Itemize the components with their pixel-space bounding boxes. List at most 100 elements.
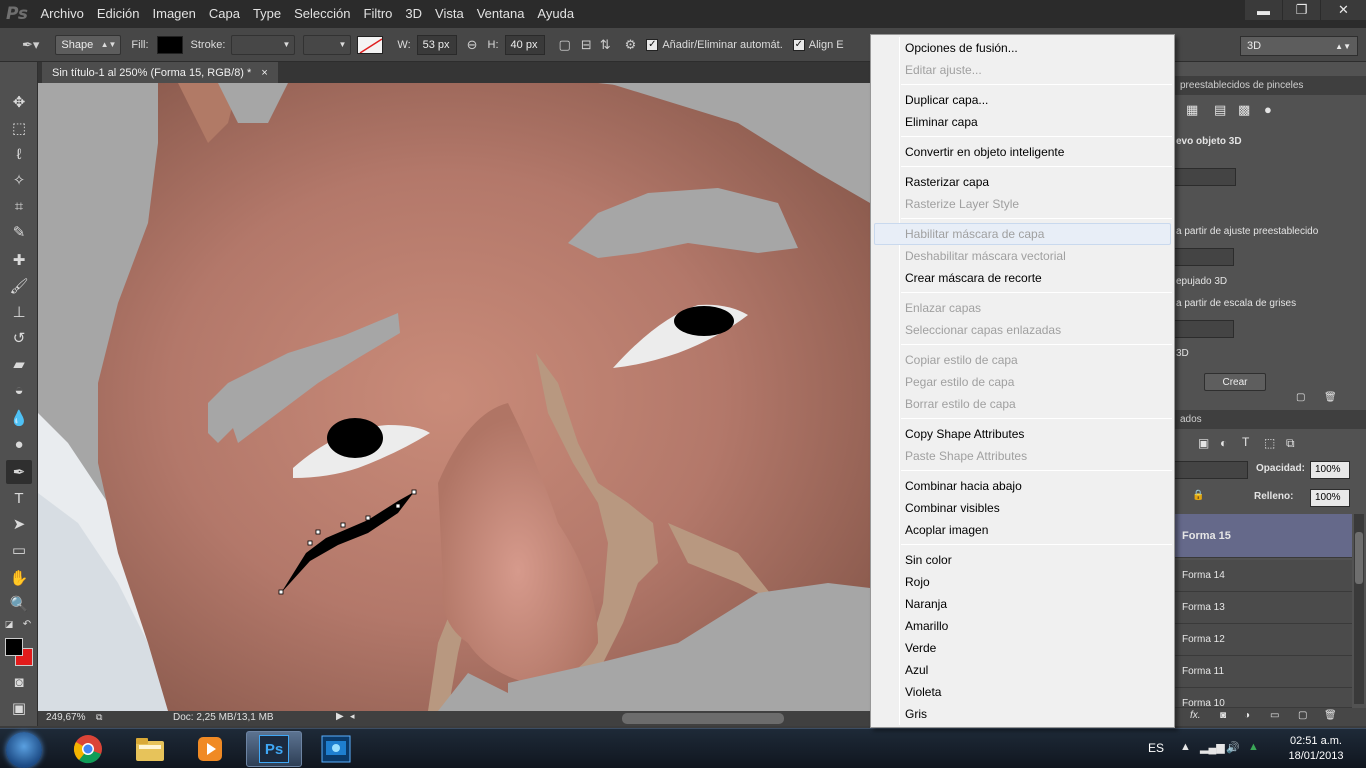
horizontal-scrollbar[interactable] [622,713,784,724]
menu-item-color-green[interactable]: Verde [905,637,936,659]
pen-tool-preset-icon[interactable]: ✒▾ [22,37,39,53]
menu-seleccion[interactable]: Selección [288,0,357,28]
path-operations-icon[interactable]: ▢ [559,37,571,53]
trash-icon[interactable]: 🗑 [1324,392,1337,403]
menu-item-disable-vector-mask[interactable]: Deshabilitar máscara vectorial [905,245,1066,267]
filter-smart-object-icon[interactable]: ⧉ [1286,436,1295,451]
swap-colors-icon[interactable]: ↶ [20,617,34,631]
add-mask-icon[interactable]: ◙ [1220,710,1226,721]
option-grayscale[interactable]: a partir de escala de grises [1176,298,1296,309]
close-icon[interactable]: × [261,67,267,79]
shape-mode-dropdown[interactable]: Shape ▲▼ [55,34,122,55]
path-arrangement-icon[interactable]: ⇅ [600,37,611,53]
rectangle-tool-icon[interactable]: ▭ [6,538,32,562]
type-tool-icon[interactable]: T [6,486,32,510]
foreground-color-swatch[interactable] [5,638,23,656]
workspace-dropdown[interactable]: 3D ▲▼ [1240,36,1358,56]
menu-item-color-violet[interactable]: Violeta [905,681,941,703]
gear-icon[interactable]: ⚙ [625,37,637,53]
pen-tool-icon[interactable]: ✒ [6,460,32,484]
menu-item-color-yellow[interactable]: Amarillo [905,615,948,637]
explorer-icon[interactable] [122,731,178,767]
layer-row[interactable]: Forma 15 [1174,514,1352,558]
lock-icon[interactable]: 🔒 [1192,490,1204,501]
menu-item-rasterize-layer-style[interactable]: Rasterize Layer Style [905,193,1019,215]
material-icon[interactable]: ▩ [1238,102,1250,118]
grayscale-dropdown[interactable] [1174,320,1234,338]
canvas[interactable] [38,83,870,711]
menu-item-select-linked-layers[interactable]: Seleccionar capas enlazadas [905,319,1061,341]
menu-imagen[interactable]: Imagen [146,0,202,28]
auto-add-delete-checkbox[interactable]: ✓ [646,38,659,51]
layer-row[interactable]: Forma 10 [1174,688,1352,708]
google-drive-icon[interactable]: ▲ [1248,741,1259,753]
group-folder-icon[interactable]: ▭ [1270,710,1279,721]
filter-shape-icon[interactable]: ⬚ [1264,436,1275,450]
layer-row[interactable]: Forma 13 [1174,592,1352,624]
close-button[interactable]: ✕ [1321,0,1366,20]
dodge-tool-icon[interactable]: ● [6,432,32,456]
menu-item-paste-shape-attributes[interactable]: Paste Shape Attributes [905,445,1027,467]
minimize-button[interactable]: ▬ [1245,0,1282,20]
menu-item-enable-layer-mask[interactable]: Habilitar máscara de capa [905,223,1044,245]
stroke-swatch[interactable] [357,35,384,54]
light-icon[interactable]: ● [1264,102,1272,117]
fx-button[interactable]: fx. [1190,710,1201,721]
menu-edicion[interactable]: Edición [90,0,146,28]
adjustment-layer-icon[interactable]: ◑ [1244,710,1250,721]
filter-type-icon[interactable]: T [1242,435,1249,449]
export-icon[interactable]: ⧉ [96,712,102,723]
eraser-tool-icon[interactable]: ▰ [6,352,32,376]
height-input[interactable]: 40 px [504,34,545,55]
move-tool-icon[interactable]: ✥ [6,90,32,114]
menu-item-color-blue[interactable]: Azul [905,659,928,681]
menu-ayuda[interactable]: Ayuda [531,0,581,28]
clone-stamp-tool-icon[interactable]: ⊥ [6,300,32,324]
menu-item-paste-layer-style[interactable]: Pegar estilo de capa [905,371,1014,393]
path-alignment-icon[interactable]: ⊟ [581,37,592,53]
menu-item-color-red[interactable]: Rojo [905,571,930,593]
panel-options-icon[interactable]: ▢ [1296,392,1305,403]
chrome-icon[interactable] [60,731,116,767]
menu-item-clear-layer-style[interactable]: Borrar estilo de capa [905,393,1016,415]
menu-item-link-layers[interactable]: Enlazar capas [905,297,981,319]
filter-image-icon[interactable]: ▣ [1198,436,1209,450]
lasso-tool-icon[interactable]: ℓ [6,142,32,166]
menu-capa[interactable]: Capa [202,0,246,28]
menu-item-edit-adjustment[interactable]: Editar ajuste... [905,59,982,81]
marquee-tool-icon[interactable]: ⬚ [6,116,32,140]
menu-3d[interactable]: 3D [399,0,429,28]
quick-mask-icon[interactable]: ◙ [6,670,32,694]
create-3d-button[interactable]: Crear [1204,373,1266,391]
filter-adjustment-icon[interactable]: ◐ [1220,436,1227,450]
volume-icon[interactable]: 🔊 [1226,741,1240,754]
blend-mode-dropdown[interactable] [1174,461,1248,479]
language-indicator[interactable]: ES [1148,741,1164,755]
media-player-icon[interactable] [182,731,238,767]
fill-swatch[interactable] [156,35,183,54]
width-input[interactable]: 53 px [416,34,457,55]
option-extrusion[interactable]: epujado 3D [1176,276,1227,287]
document-tab[interactable]: Sin título-1 al 250% (Forma 15, RGB/8) *… [42,62,278,83]
menu-type[interactable]: Type [246,0,287,28]
option-from-preset[interactable]: a partir de ajuste preestablecido [1176,226,1318,237]
brush-tool-icon[interactable]: 🖌 [6,274,32,298]
menu-item-copy-shape-attributes[interactable]: Copy Shape Attributes [905,423,1024,445]
menu-item-color-gray[interactable]: Gris [905,703,927,725]
screen-mode-icon[interactable]: ▣ [6,696,32,720]
brush-presets-panel-header[interactable]: preestablecidos de pinceles [1174,76,1366,95]
menu-item-convert-smart-object[interactable]: Convertir en objeto inteligente [905,141,1064,163]
screen-capture-icon[interactable] [308,731,364,767]
stroke-type-dropdown[interactable]: ▼ [303,34,352,55]
history-brush-tool-icon[interactable]: ↺ [6,326,32,350]
link-icon[interactable]: ⊖ [467,37,478,53]
3d-source-dropdown[interactable] [1174,168,1236,186]
show-hidden-icons-icon[interactable]: ▲ [1180,741,1191,753]
crop-tool-icon[interactable]: ⌗ [6,194,32,218]
photoshop-icon[interactable]: Ps [246,731,302,767]
path-selection-tool-icon[interactable]: ➤ [6,512,32,536]
align-edges-checkbox[interactable]: ✓ [792,38,805,51]
paint-bucket-tool-icon[interactable]: ◒ [6,378,32,402]
layers-panel-header[interactable]: ados [1174,410,1366,429]
layers-scrollbar[interactable] [1354,514,1364,704]
